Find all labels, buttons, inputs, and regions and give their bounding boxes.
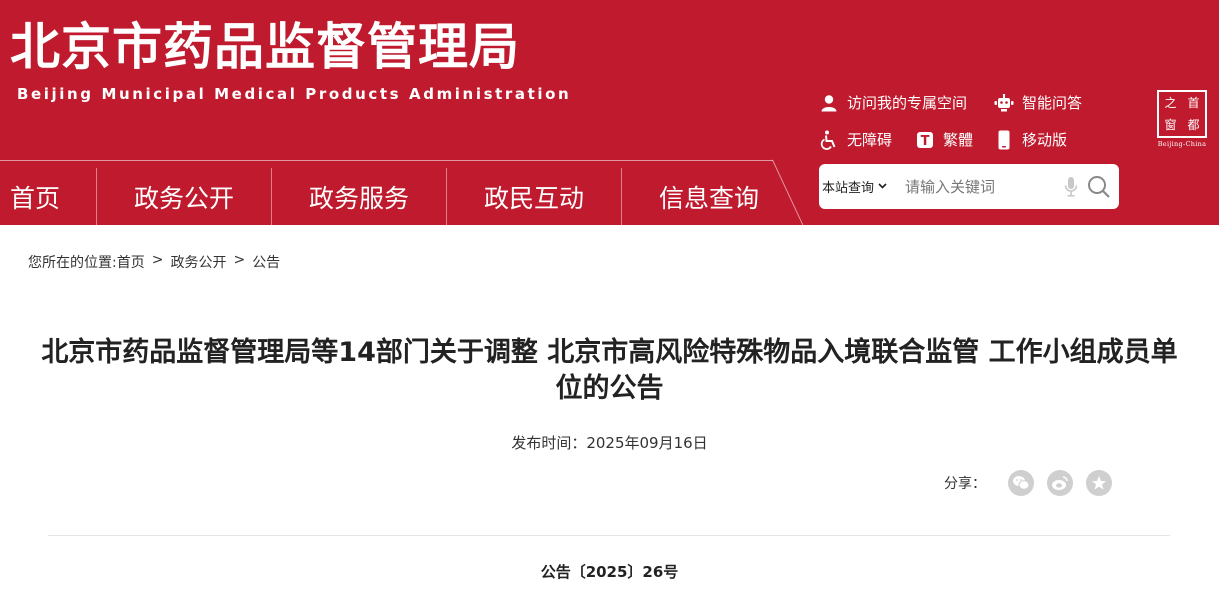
mobile-phone-icon bbox=[994, 130, 1014, 150]
smart-qa-link[interactable]: 智能问答 bbox=[994, 92, 1082, 113]
capital-window-seal[interactable]: 之 首 窗 都 Beijing-China bbox=[1157, 90, 1207, 148]
seal-char: 之 bbox=[1164, 96, 1177, 110]
accessibility-label: 无障碍 bbox=[847, 131, 893, 149]
seal-caption: Beijing-China bbox=[1157, 140, 1207, 148]
site-subtitle: Beijing Municipal Medical Products Admin… bbox=[17, 85, 572, 103]
seal-char: 都 bbox=[1187, 118, 1200, 132]
breadcrumb-prefix: 您所在的位置: bbox=[28, 255, 117, 271]
site-header: 北京市药品监督管理局 Beijing Municipal Medical Pro… bbox=[0, 0, 1219, 226]
publish-time: 发布时间：2025年09月16日 bbox=[511, 434, 708, 452]
weibo-share-button[interactable] bbox=[1047, 470, 1073, 496]
breadcrumb-separator: > bbox=[151, 252, 164, 268]
breadcrumb-home[interactable]: 首页 bbox=[117, 252, 145, 272]
seal-box: 之 首 窗 都 bbox=[1157, 90, 1207, 138]
seal-char: 窗 bbox=[1164, 118, 1177, 132]
favorite-share-button[interactable] bbox=[1086, 470, 1112, 496]
article-title: 北京市药品监督管理局等14部门关于调整 北京市高风险特殊物品入境联合监管 工作小… bbox=[41, 337, 1178, 404]
content-divider bbox=[48, 535, 1170, 536]
wechat-share-button[interactable] bbox=[1008, 470, 1034, 496]
share-label: 分享： bbox=[944, 476, 986, 492]
mobile-version-link[interactable]: 移动版 bbox=[994, 129, 1067, 150]
nav-info-query[interactable]: 信息查询 bbox=[622, 168, 796, 225]
personal-space-label: 访问我的专属空间 bbox=[847, 94, 968, 112]
share-bar: 分享： bbox=[944, 469, 1125, 497]
nav-government-services[interactable]: 政务服务 bbox=[272, 168, 446, 225]
breadcrumb: 您所在的位置: 首页 > 政务公开 > 公告 bbox=[28, 252, 280, 272]
nav-top-line bbox=[0, 160, 773, 161]
traditional-chinese-icon: T bbox=[915, 130, 935, 150]
search-scope-select[interactable]: 本站查询 bbox=[822, 164, 887, 209]
search-input[interactable] bbox=[905, 172, 1055, 201]
wheelchair-icon bbox=[819, 130, 839, 150]
nav-home[interactable]: 首页 bbox=[0, 168, 70, 225]
mobile-version-label: 移动版 bbox=[1022, 131, 1068, 149]
breadcrumb-announcement[interactable]: 公告 bbox=[252, 252, 280, 272]
user-icon bbox=[819, 93, 839, 113]
nav-government-affairs[interactable]: 政务公开 bbox=[97, 168, 271, 225]
personal-space-link[interactable]: 访问我的专属空间 bbox=[819, 92, 967, 113]
seal-char: 首 bbox=[1187, 96, 1200, 110]
weibo-icon bbox=[1052, 476, 1068, 490]
traditional-chinese-link[interactable]: T 繁體 bbox=[915, 129, 973, 150]
search-scope-label: 本站查询 bbox=[822, 181, 875, 196]
search-box: 本站查询 bbox=[819, 164, 1119, 209]
search-icon[interactable] bbox=[1087, 175, 1111, 199]
traditional-icon-glyph: T bbox=[921, 134, 930, 149]
breadcrumb-government-affairs[interactable]: 政务公开 bbox=[170, 252, 226, 272]
site-title[interactable]: 北京市药品监督管理局 bbox=[10, 12, 520, 82]
smart-qa-label: 智能问答 bbox=[1022, 94, 1083, 112]
nav-interaction[interactable]: 政民互动 bbox=[447, 168, 621, 225]
document-number: 公告〔2025〕26号 bbox=[540, 563, 679, 581]
breadcrumb-separator: > bbox=[233, 252, 246, 268]
accessibility-link[interactable]: 无障碍 bbox=[819, 129, 892, 150]
robot-icon bbox=[994, 93, 1014, 113]
microphone-icon[interactable] bbox=[1063, 176, 1079, 198]
star-icon bbox=[1092, 476, 1106, 490]
wechat-icon bbox=[1013, 476, 1030, 490]
traditional-chinese-label: 繁體 bbox=[943, 131, 974, 149]
chevron-down-icon bbox=[878, 181, 887, 192]
